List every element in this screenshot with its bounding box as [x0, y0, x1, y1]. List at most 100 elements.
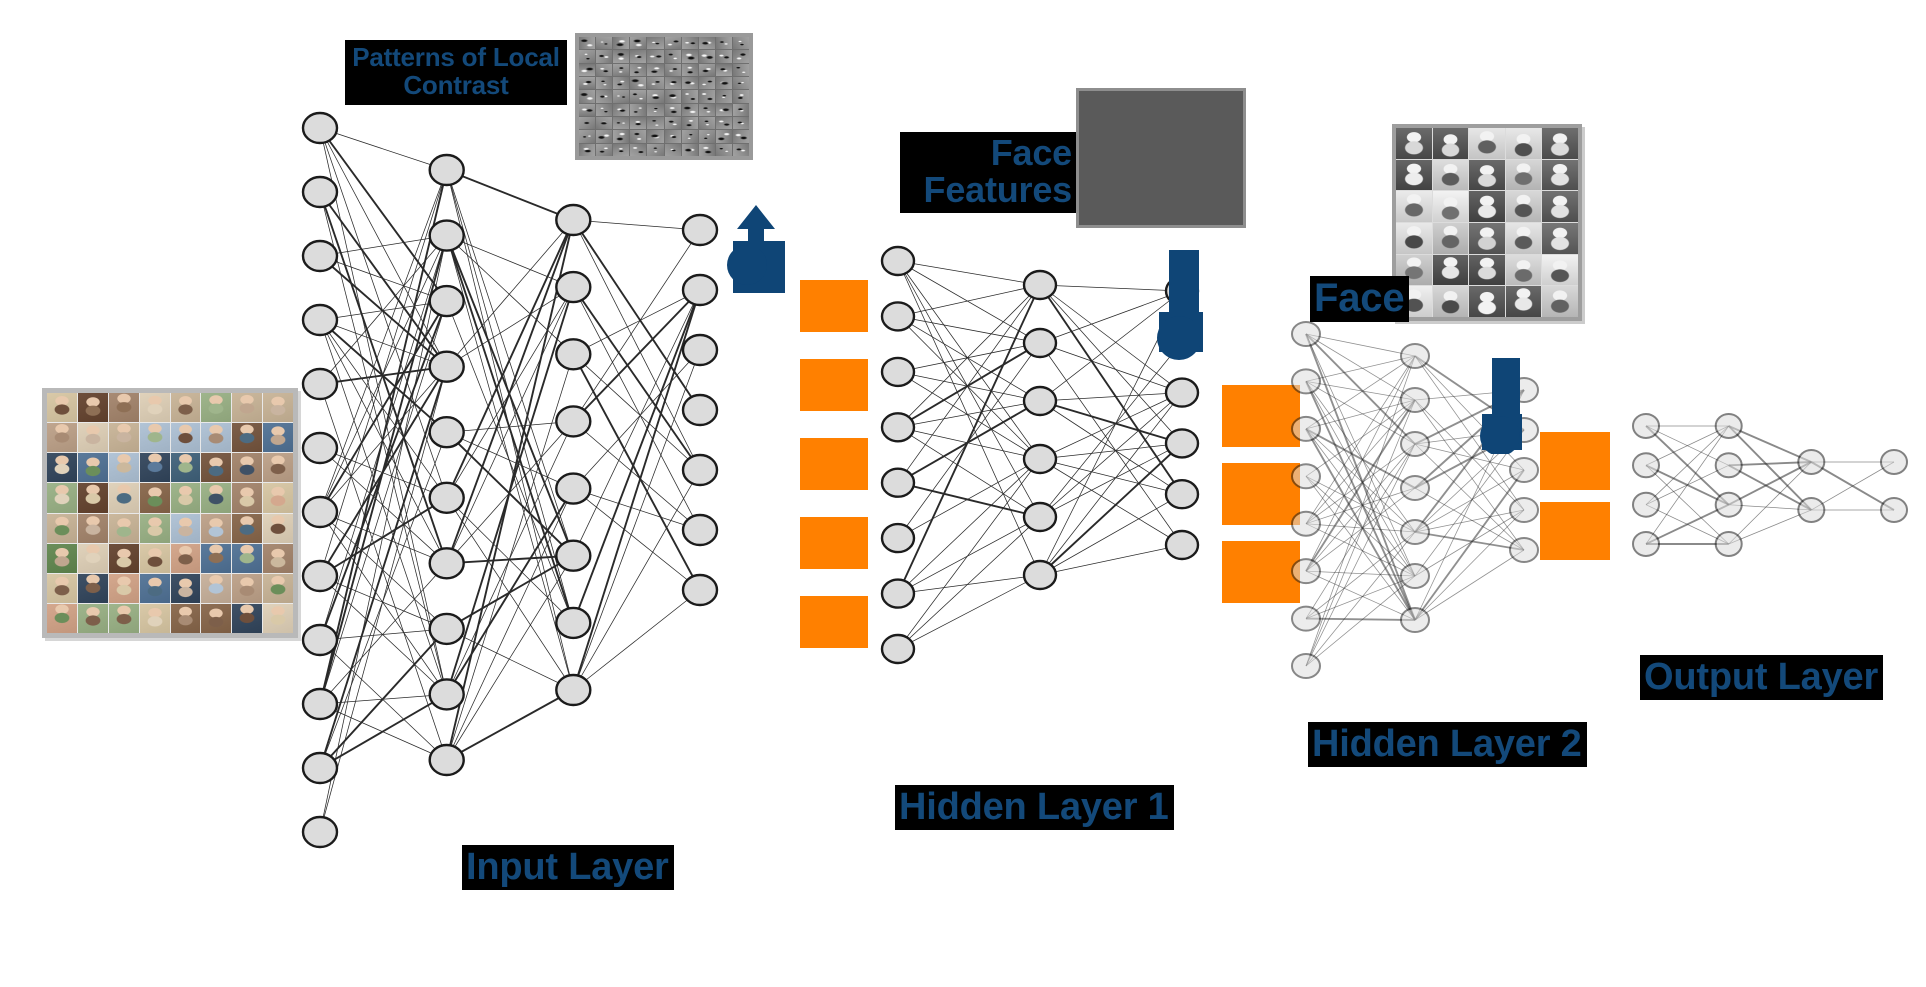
photo-cell [47, 543, 77, 573]
gabor-cell [579, 103, 596, 116]
face-features-cells [1079, 91, 1243, 225]
gabor-cell [732, 37, 749, 50]
photo-cell [232, 483, 263, 513]
grayscale-face-cell [1396, 222, 1432, 254]
gabor-cell [698, 143, 715, 156]
photo-cell [139, 603, 170, 633]
gabor-cell [647, 103, 664, 116]
orange-feature-block [800, 359, 868, 411]
gabor-cell [715, 103, 732, 116]
gabor-cell [579, 50, 596, 63]
gabor-cell [698, 130, 715, 143]
gabor-cell [732, 130, 749, 143]
input-photo-grid-cells [47, 393, 293, 633]
face-part-cell [1079, 172, 1106, 198]
down-arrow-icon [1155, 250, 1221, 365]
label-face: Face [1310, 276, 1410, 323]
gabor-cell [579, 90, 596, 103]
photo-cell [108, 513, 139, 543]
gabor-cell [579, 63, 596, 76]
face-part-cell [1134, 172, 1161, 198]
label-hidden-layer-2: Hidden Layer 2 [1308, 722, 1587, 768]
photo-cell [232, 513, 263, 543]
gabor-cell [681, 37, 698, 50]
face-part-cell [1217, 172, 1244, 198]
orange-feature-block [1222, 463, 1300, 525]
photo-cell [263, 603, 293, 633]
face-features-thumbnail [1076, 88, 1246, 228]
photo-cell [201, 393, 232, 423]
gabor-cell [698, 103, 715, 116]
photo-cell [201, 483, 232, 513]
photo-cell [77, 603, 108, 633]
gabor-cell [579, 37, 596, 50]
gabor-cell [596, 50, 613, 63]
face-part-cell [1217, 145, 1244, 171]
orange-feature-block [1222, 385, 1300, 447]
gabor-cell [630, 116, 647, 130]
photo-cell [139, 423, 170, 453]
gabor-cell [596, 76, 613, 90]
gabor-cell [698, 37, 715, 50]
gabor-cell [664, 116, 681, 130]
photo-cell [139, 453, 170, 483]
gabor-cell [715, 37, 732, 50]
gabor-cell [630, 63, 647, 76]
orange-feature-block [1540, 432, 1610, 490]
photo-cell [47, 603, 77, 633]
photo-cell [170, 513, 201, 543]
output-layer-network [1630, 410, 1910, 560]
gabor-cell [647, 90, 664, 103]
grayscale-face-cell [1542, 191, 1578, 222]
gabor-cell [630, 130, 647, 143]
gabor-cell [613, 143, 630, 156]
gabor-cell [647, 116, 664, 130]
photo-cell [139, 513, 170, 543]
grayscale-face-cell [1505, 222, 1542, 254]
gabor-cell [647, 50, 664, 63]
orange-feature-block-group-2 [1222, 385, 1300, 603]
photo-cell [47, 453, 77, 483]
gabor-cell [681, 63, 698, 76]
gabor-cell [664, 37, 681, 50]
grayscale-face-cell [1469, 222, 1505, 254]
face-part-cell [1079, 91, 1106, 117]
photo-cell [108, 573, 139, 603]
photo-cell [47, 513, 77, 543]
grayscale-face-cell [1432, 222, 1469, 254]
gabor-cell [664, 76, 681, 90]
grayscale-face-cell [1396, 128, 1432, 159]
photo-cell [170, 423, 201, 453]
gabor-cell [664, 63, 681, 76]
gabor-filter-thumbnail [575, 33, 753, 160]
orange-feature-block [800, 517, 868, 569]
grayscale-face-cell [1432, 191, 1469, 222]
gabor-cell [647, 143, 664, 156]
photo-cell [263, 483, 293, 513]
photo-cell [108, 603, 139, 633]
orange-feature-block [1540, 502, 1610, 560]
gabor-cell [647, 130, 664, 143]
photo-cell [201, 423, 232, 453]
orange-feature-block [800, 596, 868, 648]
photo-cell [232, 603, 263, 633]
grayscale-face-cell [1469, 159, 1505, 191]
gabor-cell [630, 37, 647, 50]
label-face-features: Face Features [900, 132, 1076, 213]
photo-cell [263, 453, 293, 483]
face-part-cell [1162, 172, 1189, 198]
face-thumbnail-cells [1396, 128, 1578, 317]
gabor-cell [630, 103, 647, 116]
orange-feature-block [800, 280, 868, 332]
face-part-cell [1079, 199, 1106, 225]
photo-cell [170, 393, 201, 423]
grayscale-face-cell [1432, 286, 1469, 317]
grayscale-face-cell [1469, 128, 1505, 159]
gabor-cell [681, 50, 698, 63]
photo-cell [108, 393, 139, 423]
photo-cell [47, 423, 77, 453]
face-part-cell [1079, 118, 1106, 144]
gabor-cell [681, 116, 698, 130]
grayscale-face-cell [1469, 191, 1505, 222]
face-part-cell [1189, 172, 1216, 198]
